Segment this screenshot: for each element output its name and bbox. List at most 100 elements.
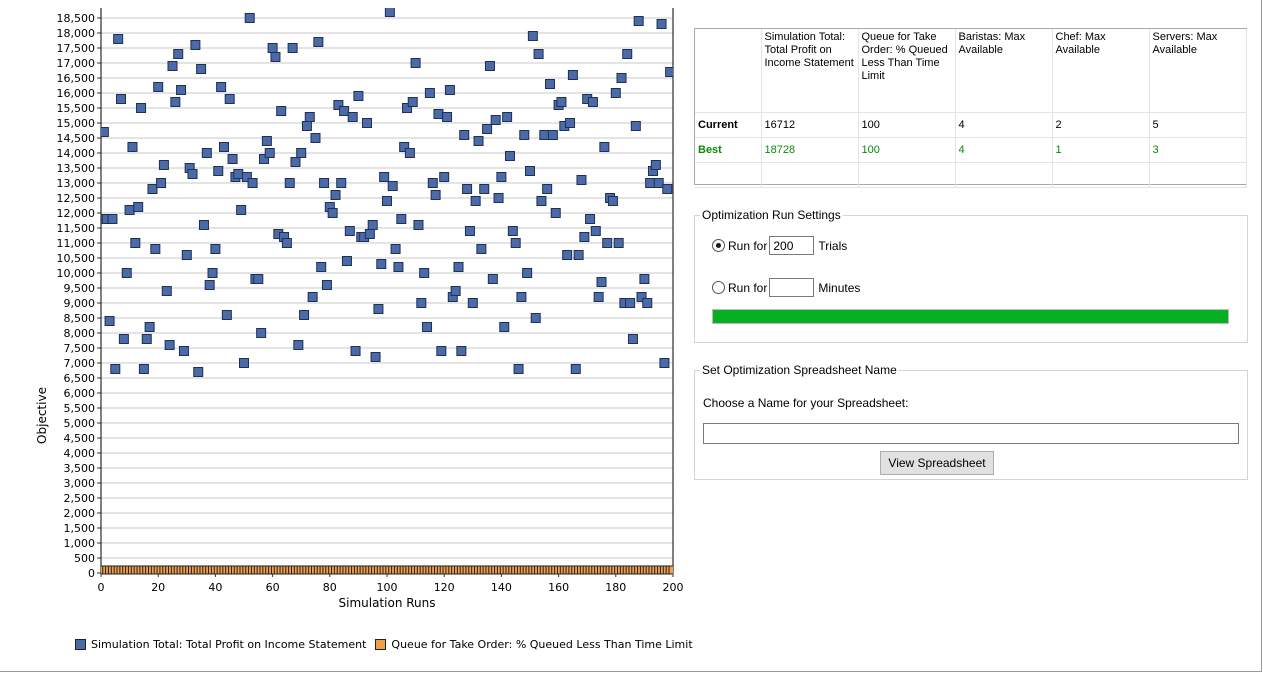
profit-data-point [290, 157, 301, 167]
profit-data-point [404, 148, 415, 158]
profit-data-point [193, 367, 204, 377]
profit-data-point [124, 205, 135, 215]
y-tick-label: 16,000 [57, 87, 96, 100]
profit-data-point [416, 298, 427, 308]
profit-data-point [216, 82, 227, 92]
profit-data-point [207, 268, 218, 278]
profit-data-point [579, 232, 590, 242]
y-tick-label: 16,500 [57, 72, 96, 85]
profit-data-point [321, 280, 332, 290]
profit-data-point [519, 130, 530, 140]
profit-data-point [533, 49, 544, 59]
run-for-minutes-radio[interactable] [712, 281, 725, 294]
run-for-trials-row: Run for Trials [712, 236, 847, 255]
optimization-progress-fill [713, 310, 1228, 323]
profit-data-point [653, 178, 664, 188]
profit-data-point [502, 112, 513, 122]
x-axis-label: Simulation Runs [339, 596, 436, 610]
profit-data-point [439, 172, 450, 182]
profit-data-point [158, 160, 169, 170]
profit-data-point [616, 73, 627, 83]
profit-data-point [610, 88, 621, 98]
y-tick-label: 10,500 [57, 252, 96, 265]
y-tick-label: 11,000 [57, 237, 96, 250]
profit-data-point [525, 166, 535, 176]
profit-data-point [384, 8, 395, 17]
profit-data-point [190, 40, 201, 50]
run-for-trials-radio[interactable] [712, 239, 725, 252]
profit-data-point [436, 346, 447, 356]
profit-data-point [602, 238, 613, 248]
profit-data-point [310, 133, 321, 143]
profit-data-point [227, 154, 238, 164]
chart-canvas: 0 500 1,000 1,500 2,000 2,500 3,000 3,500 4,000 4… [35, 8, 684, 610]
profit-data-point [178, 346, 189, 356]
y-tick-label: 10,000 [57, 267, 96, 280]
profit-data-point [527, 31, 538, 41]
profit-data-point [482, 124, 493, 134]
profit-data-point [110, 364, 121, 374]
profit-data-point [467, 298, 478, 308]
view-spreadsheet-button[interactable]: View Spreadsheet [880, 451, 994, 475]
profit-data-point [587, 97, 598, 107]
table-row-current[interactable]: Current 16712 100 4 2 5 [695, 112, 1247, 138]
optimization-progress-bar [712, 309, 1229, 324]
profit-data-point [407, 97, 418, 107]
profit-data-point [379, 172, 390, 182]
minutes-input[interactable] [769, 278, 815, 297]
profit-data-point [173, 49, 184, 59]
run-for-minutes-row: Run for Minutes [712, 278, 860, 297]
legend-item-profit: Simulation Total: Total Profit on Income… [75, 638, 366, 651]
profit-data-point [121, 268, 132, 278]
profit-data-point [464, 226, 475, 236]
y-tick-label: 11,500 [57, 222, 96, 235]
spreadsheet-name-section: Set Optimization Spreadsheet Name Choose… [694, 363, 1248, 480]
profit-data-point [487, 274, 498, 284]
profit-data-point [276, 106, 287, 116]
profit-data-point [562, 250, 573, 260]
profit-data-point [244, 13, 255, 23]
profit-data-point [267, 43, 278, 53]
profit-data-point [224, 94, 235, 104]
profit-data-point [567, 70, 578, 80]
profit-data-point [373, 304, 384, 314]
profit-data-point [630, 121, 641, 131]
x-tick-label: 200 [663, 581, 684, 594]
profit-data-point [133, 202, 144, 212]
profit-data-point [493, 193, 504, 203]
profit-data-point [490, 115, 501, 125]
profit-data-point [161, 286, 172, 296]
profit-data-point [453, 262, 464, 272]
row-label-current: Current [695, 112, 762, 138]
profit-data-point [213, 166, 224, 176]
profit-data-point [599, 142, 610, 152]
profit-data-point [221, 310, 232, 320]
y-tick-label: 7,000 [64, 357, 96, 370]
y-tick-label: 5,500 [64, 402, 96, 415]
table-row-empty [695, 162, 1247, 188]
cell-best-servers: 3 [1149, 137, 1247, 163]
profit-data-point [596, 277, 607, 287]
table-row-best[interactable]: Best 18728 100 4 1 3 [695, 137, 1247, 163]
y-tick-label: 12,000 [57, 207, 96, 220]
profit-data-point [201, 148, 212, 158]
profit-data-point [261, 136, 272, 146]
profit-data-point [181, 250, 192, 260]
profit-data-point [376, 259, 387, 269]
profit-data-point [253, 274, 264, 284]
y-tick-label: 13,000 [57, 177, 96, 190]
profit-data-point [330, 190, 341, 200]
trials-input[interactable] [769, 236, 815, 255]
legend-label-profit: Simulation Total: Total Profit on Income… [91, 638, 367, 651]
profit-data-point [144, 322, 155, 332]
spreadsheet-name-input[interactable] [703, 423, 1239, 444]
profit-data-point [639, 274, 650, 284]
profit-data-point [659, 358, 670, 368]
profit-data-point [327, 208, 338, 218]
cell-current-queue: 100 [858, 112, 956, 138]
y-tick-label: 0 [88, 567, 95, 580]
header-queue-take-order: Queue for Take Order: % Queued Less Than… [858, 29, 956, 113]
profit-data-point [176, 85, 187, 95]
profit-data-point [156, 178, 167, 188]
legend-swatch-profit [75, 639, 86, 650]
